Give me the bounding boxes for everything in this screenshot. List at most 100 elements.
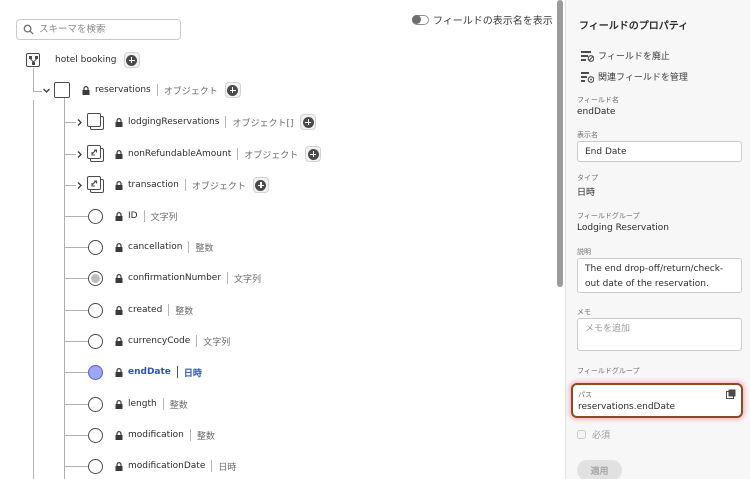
add-field-button[interactable] [224,82,241,98]
required-checkbox-row[interactable]: 必須 [577,428,610,441]
path-value: reservations.endDate [578,402,676,412]
add-field-button[interactable] [300,114,317,130]
field-type: 整数 [195,243,214,254]
tree-root-hotel-booking[interactable]: hotel booking [26,48,140,72]
manage-related-fields-button[interactable]: 関連フィールドを管理 [581,70,688,83]
tree-node-nonRefundableAmount[interactable]: nonRefundableAmount オブジェクト [75,142,322,166]
field-name: created [128,305,163,315]
lock-icon [115,430,123,440]
deprecate-field-button[interactable]: フィールドを廃止 [581,49,670,62]
field-icon [88,208,103,224]
note-label: メモ [577,308,591,316]
display-name-toggle[interactable]: フィールドの表示名を表示 [412,12,553,27]
toggle-switch[interactable] [412,14,429,25]
tree-node-cancellation[interactable]: cancellation 整数 [88,235,213,259]
note-textarea[interactable] [577,318,742,351]
schema-icon [26,53,40,67]
display-name-input[interactable] [577,141,742,162]
field-name: currencyCode [128,336,191,346]
chevron-right-icon[interactable] [75,181,84,190]
field-name: lodgingReservations [128,117,220,127]
tree-root-label: hotel booking [55,55,117,65]
field-name: confirmationNumber [128,273,222,283]
field-type: オブジェクト [191,181,246,192]
chevron-down-icon[interactable] [42,86,51,95]
lock-icon [115,461,123,471]
search-icon [23,24,34,35]
chevron-right-icon[interactable] [75,118,84,127]
schema-tree-pane: フィールドの表示名を表示 hotel booking reservations … [0,0,555,479]
description-textarea[interactable]: The end drop-off/return/check-out date o… [577,258,742,293]
object-icon [54,82,70,98]
plus-icon [227,84,239,96]
panel-title: フィールドのプロパティ [579,21,689,32]
required-label: 必須 [592,431,611,441]
lock-icon [115,273,123,283]
identity-field-icon [88,270,103,286]
toggle-label: フィールドの表示名を表示 [433,16,553,27]
tree-node-created[interactable]: created 整数 [88,298,193,322]
tree-node-length[interactable]: length 整数 [88,392,188,416]
tree-node-endDate[interactable]: endDate 日時 [88,360,202,384]
plus-icon [255,179,267,191]
field-type: オブジェクト[] [232,118,294,129]
type-value: 日時 [577,188,596,198]
field-name: length [128,399,157,409]
plus-icon [307,148,319,160]
field-group-label-2: フィールドグループ [577,367,640,375]
field-properties-panel: フィールドのプロパティ フィールドを廃止 関連フィールドを管理 フィールド名 e… [565,0,750,479]
search-input[interactable] [39,24,179,35]
tree-node-transaction[interactable]: transaction オブジェクト [75,173,269,197]
field-type: 文字列 [203,337,231,348]
object-array-icon [87,113,105,131]
display-name-label: 表示名 [577,131,598,139]
field-name-value: endDate [577,107,616,117]
tree-node-reservations[interactable]: reservations オブジェクト [42,78,241,102]
required-checkbox[interactable] [577,430,586,439]
field-icon [88,458,103,474]
tree-node-currencyCode[interactable]: currencyCode 文字列 [88,329,230,353]
tree-node-modification[interactable]: modification 整数 [88,423,215,447]
field-type: 整数 [175,306,194,317]
tree-scrollbar[interactable] [557,0,563,287]
lock-icon [115,180,123,190]
lock-icon [115,305,123,315]
field-name: modification [128,430,184,440]
path-field: パス reservations.endDate [571,383,743,418]
field-type: 整数 [169,400,188,411]
linked-object-icon [87,145,105,163]
field-name: transaction [128,180,179,190]
lock-icon [115,367,123,377]
add-field-button[interactable] [123,52,140,68]
deprecate-icon [581,50,594,62]
copy-icon[interactable] [726,389,736,399]
search-box[interactable] [16,19,181,40]
field-name: endDate [128,367,171,377]
field-icon [88,302,103,318]
field-type: 整数 [196,431,215,442]
field-icon [88,427,103,443]
tree-node-modificationDate[interactable]: modificationDate 日時 [88,454,236,478]
field-type: オブジェクト [244,150,299,161]
field-type: 文字列 [234,274,262,285]
add-field-button[interactable] [305,146,322,162]
plus-icon [302,116,314,128]
related-fields-icon [581,71,594,83]
chevron-right-icon[interactable] [75,150,84,159]
field-type: 文字列 [150,212,178,223]
add-field-button[interactable] [252,177,269,193]
lock-icon [115,211,123,221]
field-name-label: フィールド名 [577,96,619,104]
apply-button[interactable]: 適用 [577,460,622,479]
field-name: cancellation [128,242,183,252]
tree-node-confirmationNumber[interactable]: confirmationNumber 文字列 [88,266,261,290]
linked-object-icon [87,176,105,194]
lock-icon [82,85,90,95]
field-type: 日時 [218,462,237,473]
field-group-label: フィールドグループ [577,212,640,220]
tree-node-lodgingReservations[interactable]: lodgingReservations オブジェクト[] [75,110,317,134]
field-icon [88,333,103,349]
tree-node-ID[interactable]: ID 文字列 [88,204,178,228]
field-name: ID [128,211,138,221]
field-icon [88,396,103,412]
